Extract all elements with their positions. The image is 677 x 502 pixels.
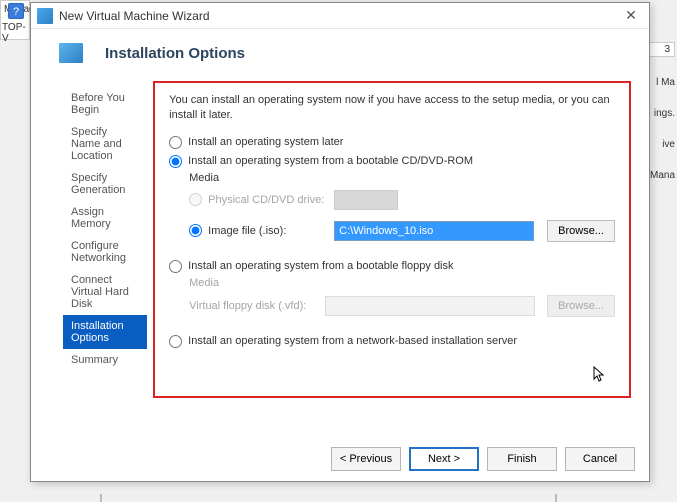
close-icon[interactable]: ✕ [619,6,643,26]
label-install-later[interactable]: Install an operating system later [188,136,343,148]
label-floppy-file: Virtual floppy disk (.vfd): [189,300,319,312]
step-before-you-begin[interactable]: Before You Begin [63,87,147,121]
step-assign-memory[interactable]: Assign Memory [63,201,147,235]
physical-drive-combo [334,190,398,210]
wizard-dialog: New Virtual Machine Wizard ✕ Installatio… [30,2,650,482]
radio-install-network[interactable] [169,335,182,348]
wizard-buttons: < Previous Next > Finish Cancel [331,447,635,471]
step-configure-networking[interactable]: Configure Networking [63,235,147,269]
radio-install-cd[interactable] [169,155,182,168]
app-icon [37,8,53,24]
media-heading-floppy: Media [189,277,615,289]
step-installation-options[interactable]: Installation Options [63,315,147,349]
content-panel: You can install an operating system now … [153,81,631,398]
background-text-top: TOP-V [0,20,30,40]
page-title: Installation Options [105,45,245,62]
cursor-icon [593,366,607,384]
media-heading: Media [189,172,615,184]
label-image-file: Image file (.iso): [208,225,328,237]
wizard-header: Installation Options [31,29,649,73]
step-connect-vhd[interactable]: Connect Virtual Hard Disk [63,269,147,315]
label-install-cd[interactable]: Install an operating system from a boota… [188,155,473,167]
background-panel-right: 3 l Ma ings. ive Mana [647,40,677,220]
browse-iso-button[interactable]: Browse... [547,220,615,242]
radio-physical-drive [189,193,202,206]
cancel-button[interactable]: Cancel [565,447,635,471]
background-rule [100,494,557,502]
titlebar: New Virtual Machine Wizard ✕ [31,3,649,29]
label-install-floppy[interactable]: Install an operating system from a boota… [188,260,453,272]
wizard-steps: Before You Begin Specify Name and Locati… [51,73,147,428]
wizard-header-icon [59,43,83,63]
next-button[interactable]: Next > [409,447,479,471]
label-physical-drive: Physical CD/DVD drive: [208,194,328,206]
radio-image-file[interactable] [189,224,202,237]
intro-text: You can install an operating system now … [169,93,615,124]
step-specify-generation[interactable]: Specify Generation [63,167,147,201]
radio-install-floppy[interactable] [169,260,182,273]
radio-install-later[interactable] [169,136,182,149]
step-summary[interactable]: Summary [63,349,147,371]
step-specify-name[interactable]: Specify Name and Location [63,121,147,167]
previous-button[interactable]: < Previous [331,447,401,471]
help-icon[interactable]: ? [8,3,24,19]
floppy-path-input [325,296,535,316]
window-title: New Virtual Machine Wizard [59,9,619,23]
finish-button[interactable]: Finish [487,447,557,471]
label-install-network[interactable]: Install an operating system from a netwo… [188,335,517,347]
iso-path-input[interactable] [334,221,534,241]
browse-floppy-button: Browse... [547,295,615,317]
